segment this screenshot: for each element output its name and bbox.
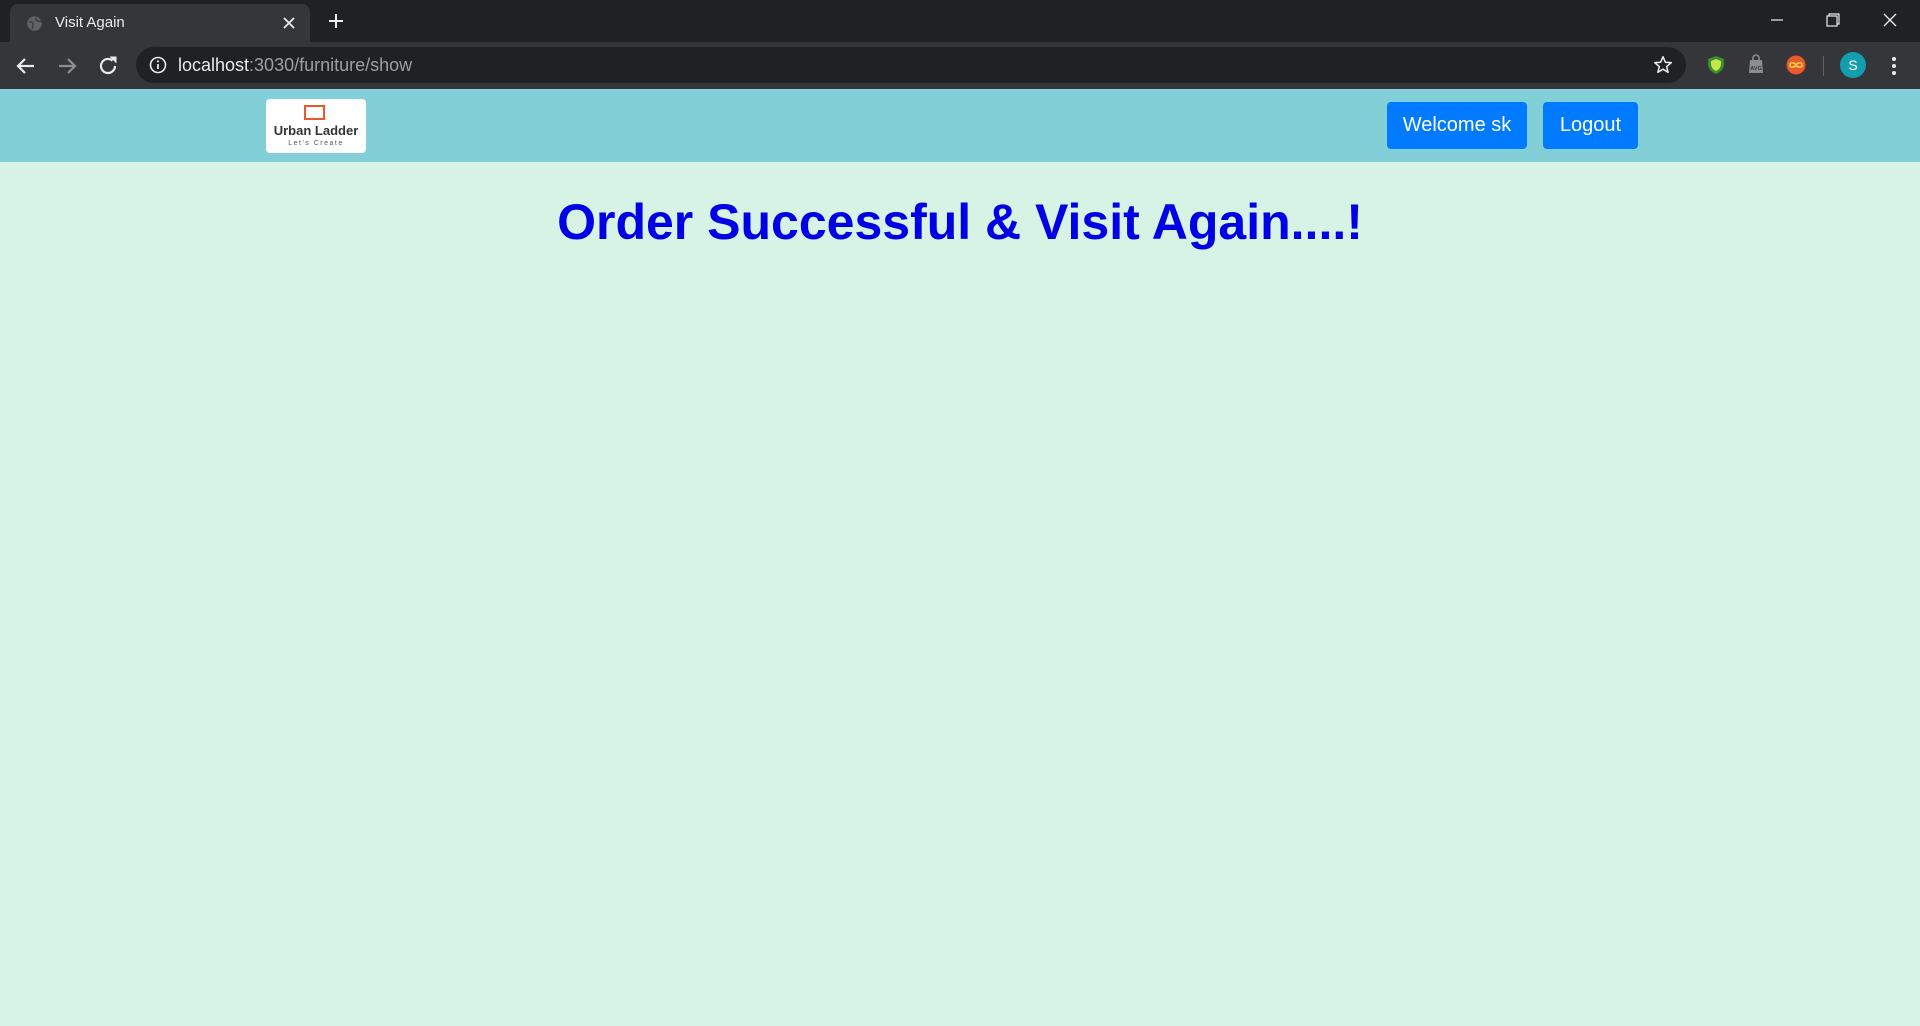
toolbar-divider bbox=[1823, 56, 1824, 76]
restore-icon[interactable] bbox=[1818, 8, 1846, 32]
bookmark-star-icon[interactable] bbox=[1652, 54, 1674, 76]
svg-text:AVG: AVG bbox=[1750, 66, 1762, 72]
minimize-icon[interactable] bbox=[1763, 8, 1791, 32]
new-tab-plus-icon[interactable] bbox=[326, 11, 346, 31]
back-arrow-icon[interactable] bbox=[14, 54, 38, 78]
shield-extension-icon[interactable] bbox=[1705, 54, 1727, 76]
browser-tab[interactable]: Visit Again bbox=[10, 4, 310, 42]
welcome-button[interactable]: Welcome sk bbox=[1387, 102, 1527, 149]
logo-tagline: Let's Create bbox=[288, 140, 344, 147]
close-tab-icon[interactable] bbox=[280, 14, 298, 32]
logout-button[interactable]: Logout bbox=[1543, 102, 1638, 149]
urban-ladder-logo[interactable]: Urban Ladder Let's Create bbox=[266, 99, 366, 153]
address-bar[interactable]: localhost:3030/furniture/show bbox=[136, 47, 1686, 83]
tab-title: Visit Again bbox=[55, 14, 125, 31]
url-path: :3030/furniture/show bbox=[249, 55, 413, 75]
profile-avatar[interactable]: S bbox=[1840, 52, 1866, 78]
url-host: localhost bbox=[178, 55, 250, 75]
ladder-logo-icon bbox=[304, 105, 325, 120]
logo-name: Urban Ladder bbox=[273, 123, 359, 138]
url-text: localhost:3030/furniture/show bbox=[178, 55, 412, 76]
order-success-heading: Order Successful & Visit Again....! bbox=[557, 194, 1363, 250]
reload-icon[interactable] bbox=[96, 54, 120, 78]
close-window-icon[interactable] bbox=[1876, 8, 1904, 32]
tab-strip: Visit Again bbox=[0, 0, 1920, 42]
info-icon[interactable] bbox=[149, 56, 167, 74]
avg-extension-icon[interactable]: AVG bbox=[1745, 54, 1767, 76]
kebab-menu-icon[interactable] bbox=[1885, 54, 1903, 78]
browser-toolbar: localhost:3030/furniture/show AVG S bbox=[0, 42, 1920, 89]
forward-arrow-icon[interactable] bbox=[55, 54, 79, 78]
globe-icon bbox=[27, 16, 42, 31]
infinity-extension-icon[interactable] bbox=[1785, 54, 1807, 76]
site-header: Urban Ladder Let's Create Welcome sk Log… bbox=[0, 89, 1920, 162]
